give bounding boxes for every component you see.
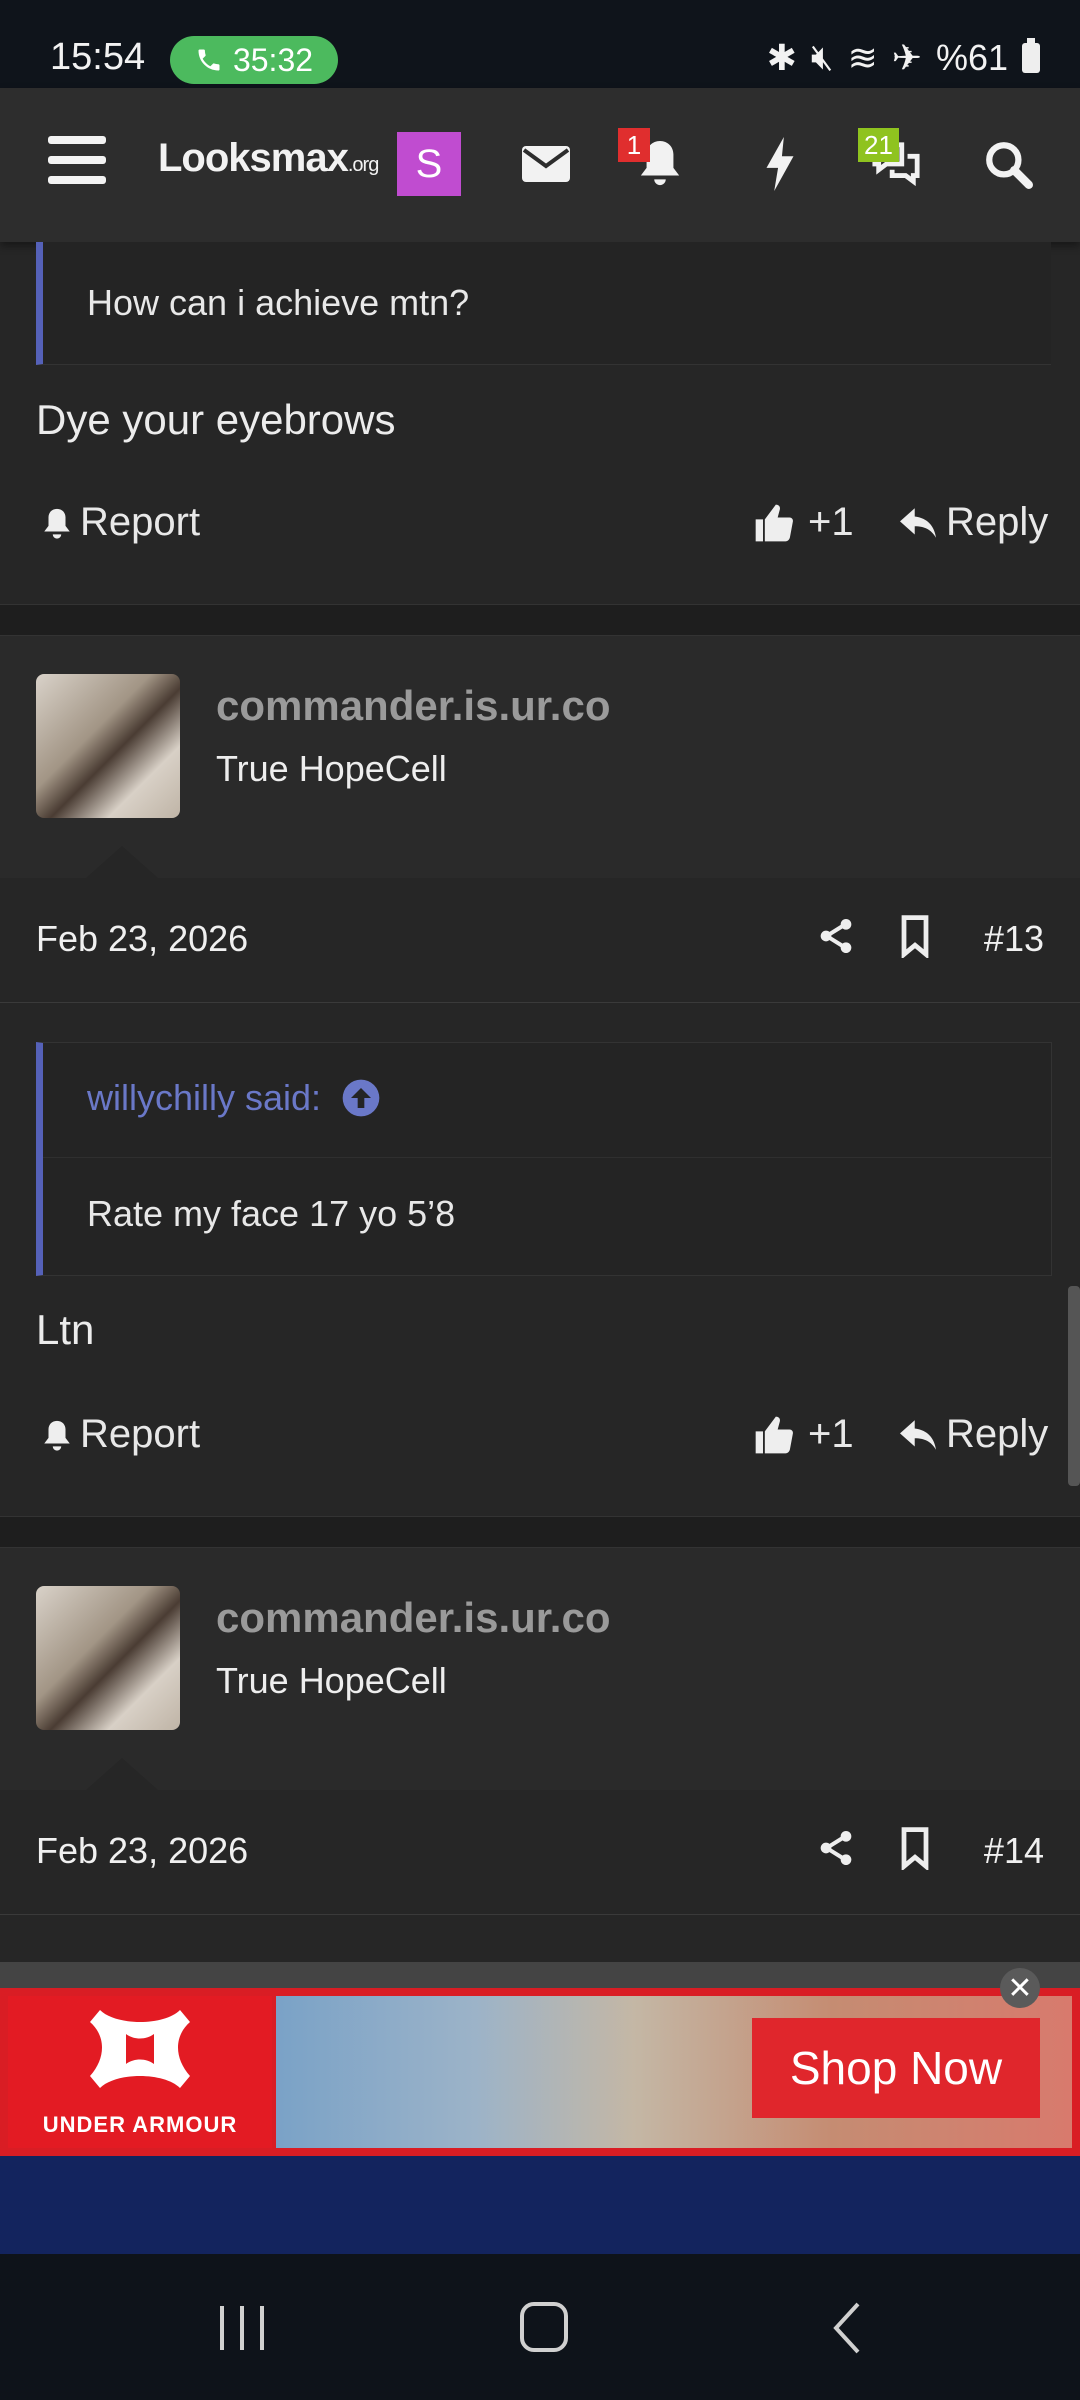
quote-text: How can i achieve mtn? (87, 282, 470, 323)
status-time: 15:54 (50, 36, 146, 78)
bell-icon[interactable]: 1 (618, 128, 690, 194)
phone-icon (198, 49, 220, 71)
report-label: Report (80, 1412, 201, 1456)
post-number[interactable]: #13 (984, 918, 1044, 960)
user-avatar[interactable] (36, 674, 180, 818)
quote-text: Rate my face 17 yo 5’8 (87, 1193, 456, 1234)
recent-apps-icon[interactable] (206, 2298, 278, 2358)
quote-block: How can i achieve mtn? (36, 242, 1051, 365)
report-label: Report (80, 500, 201, 544)
thumbs-up-icon (755, 504, 793, 541)
user-title: True HopeCell (216, 1660, 447, 1701)
post-meta: Feb 23, 2026 #14 (0, 1790, 1080, 1915)
username-link[interactable]: commander.is.ur.co (216, 682, 611, 730)
status-icons: ✱ 🔇︎ ≋ ✈ %61 (767, 36, 1040, 79)
post-divider (0, 1516, 1080, 1548)
post-body: Dye your eyebrows (36, 396, 396, 443)
home-icon[interactable] (508, 2298, 580, 2358)
mute-icon: 🔇︎ (810, 36, 834, 77)
like-button[interactable]: +1 (752, 500, 854, 545)
post-userbar: commander.is.ur.co True HopeCell (0, 1548, 1080, 1790)
bookmark-icon[interactable] (898, 914, 932, 963)
ad-banner[interactable]: UNDER ARMOUR Shop Now (0, 1988, 1080, 2156)
post-body: Ltn (36, 1306, 95, 1353)
wifi-icon: ≋ (847, 36, 878, 78)
bell-icon (44, 508, 70, 539)
quote-author-link[interactable]: willychilly said: (87, 1077, 381, 1119)
report-button[interactable]: Report (40, 500, 200, 545)
menu-icon[interactable] (48, 136, 108, 190)
search-icon[interactable] (978, 134, 1038, 194)
ad-brand: UNDER ARMOUR (42, 2112, 238, 2137)
notifications-badge: 1 (618, 128, 650, 162)
post-actions: Report +1 Reply (0, 1412, 1080, 1472)
bolt-icon[interactable] (750, 134, 810, 194)
reply-label: Reply (946, 1412, 1049, 1456)
userbar-pointer (86, 846, 158, 878)
post-date[interactable]: Feb 23, 2026 (36, 1830, 248, 1872)
post-divider (0, 604, 1080, 636)
battery-percent: %61 (935, 36, 1008, 78)
arrow-up-circle-icon (342, 1079, 380, 1117)
back-icon[interactable] (810, 2298, 882, 2358)
site-header: Looksmax.org S 1 21 (0, 88, 1080, 242)
quote-author: willychilly said: (87, 1077, 322, 1118)
logo-suffix: .org (347, 154, 379, 176)
userbar-pointer (86, 1758, 158, 1790)
post-number[interactable]: #14 (984, 1830, 1044, 1872)
bookmark-icon[interactable] (898, 1826, 932, 1875)
status-bar: 15:54 35:32 ✱ 🔇︎ ≋ ✈ %61 (0, 0, 1080, 88)
inbox-icon[interactable] (516, 134, 576, 194)
call-duration: 35:32 (232, 41, 314, 78)
like-count: +1 (808, 1412, 854, 1456)
reply-icon (900, 507, 936, 538)
report-button[interactable]: Report (40, 1412, 200, 1457)
post-date[interactable]: Feb 23, 2026 (36, 918, 248, 960)
reply-button[interactable]: Reply (898, 500, 1048, 545)
reply-icon (900, 1419, 936, 1450)
shop-now-button[interactable]: Shop Now (752, 2018, 1040, 2118)
reply-button[interactable]: Reply (898, 1412, 1048, 1457)
ongoing-call-pill[interactable]: 35:32 (170, 36, 338, 84)
site-logo[interactable]: Looksmax.org (158, 136, 379, 181)
user-title: True HopeCell (216, 748, 447, 789)
conversations-badge: 21 (858, 128, 899, 162)
post-actions: Report +1 Reply (0, 500, 1080, 560)
bluetooth-icon: ✱ (766, 36, 797, 78)
user-avatar[interactable] (36, 1586, 180, 1730)
airplane-icon: ✈ (891, 36, 922, 78)
ad-bottom-band (0, 2156, 1080, 2254)
battery-icon (1022, 37, 1040, 73)
post-meta: Feb 23, 2026 #13 (0, 878, 1080, 1003)
under-armour-logo: UNDER ARMOUR (8, 1996, 272, 2148)
quote-block: willychilly said: Rate my face 17 yo 5’8 (36, 1042, 1052, 1276)
share-icon[interactable] (816, 914, 856, 963)
username-link[interactable]: commander.is.ur.co (216, 1594, 611, 1642)
ad-close-button[interactable]: ✕ (1000, 1968, 1040, 2008)
thumbs-up-icon (755, 1416, 793, 1453)
scrollbar-thumb[interactable] (1068, 1286, 1080, 1486)
ad-top-strip (0, 1962, 1080, 1988)
like-button[interactable]: +1 (752, 1412, 854, 1457)
reply-label: Reply (946, 500, 1049, 544)
system-nav-bar (0, 2254, 1080, 2400)
quote-separator (43, 1157, 1051, 1158)
post-userbar: commander.is.ur.co True HopeCell (0, 636, 1080, 878)
share-icon[interactable] (816, 1826, 856, 1875)
bell-icon (44, 1420, 70, 1451)
user-avatar-button[interactable]: S (397, 132, 461, 196)
logo-main: Looksmax (158, 136, 349, 180)
conversations-icon[interactable]: 21 (858, 128, 926, 194)
like-count: +1 (808, 500, 854, 544)
